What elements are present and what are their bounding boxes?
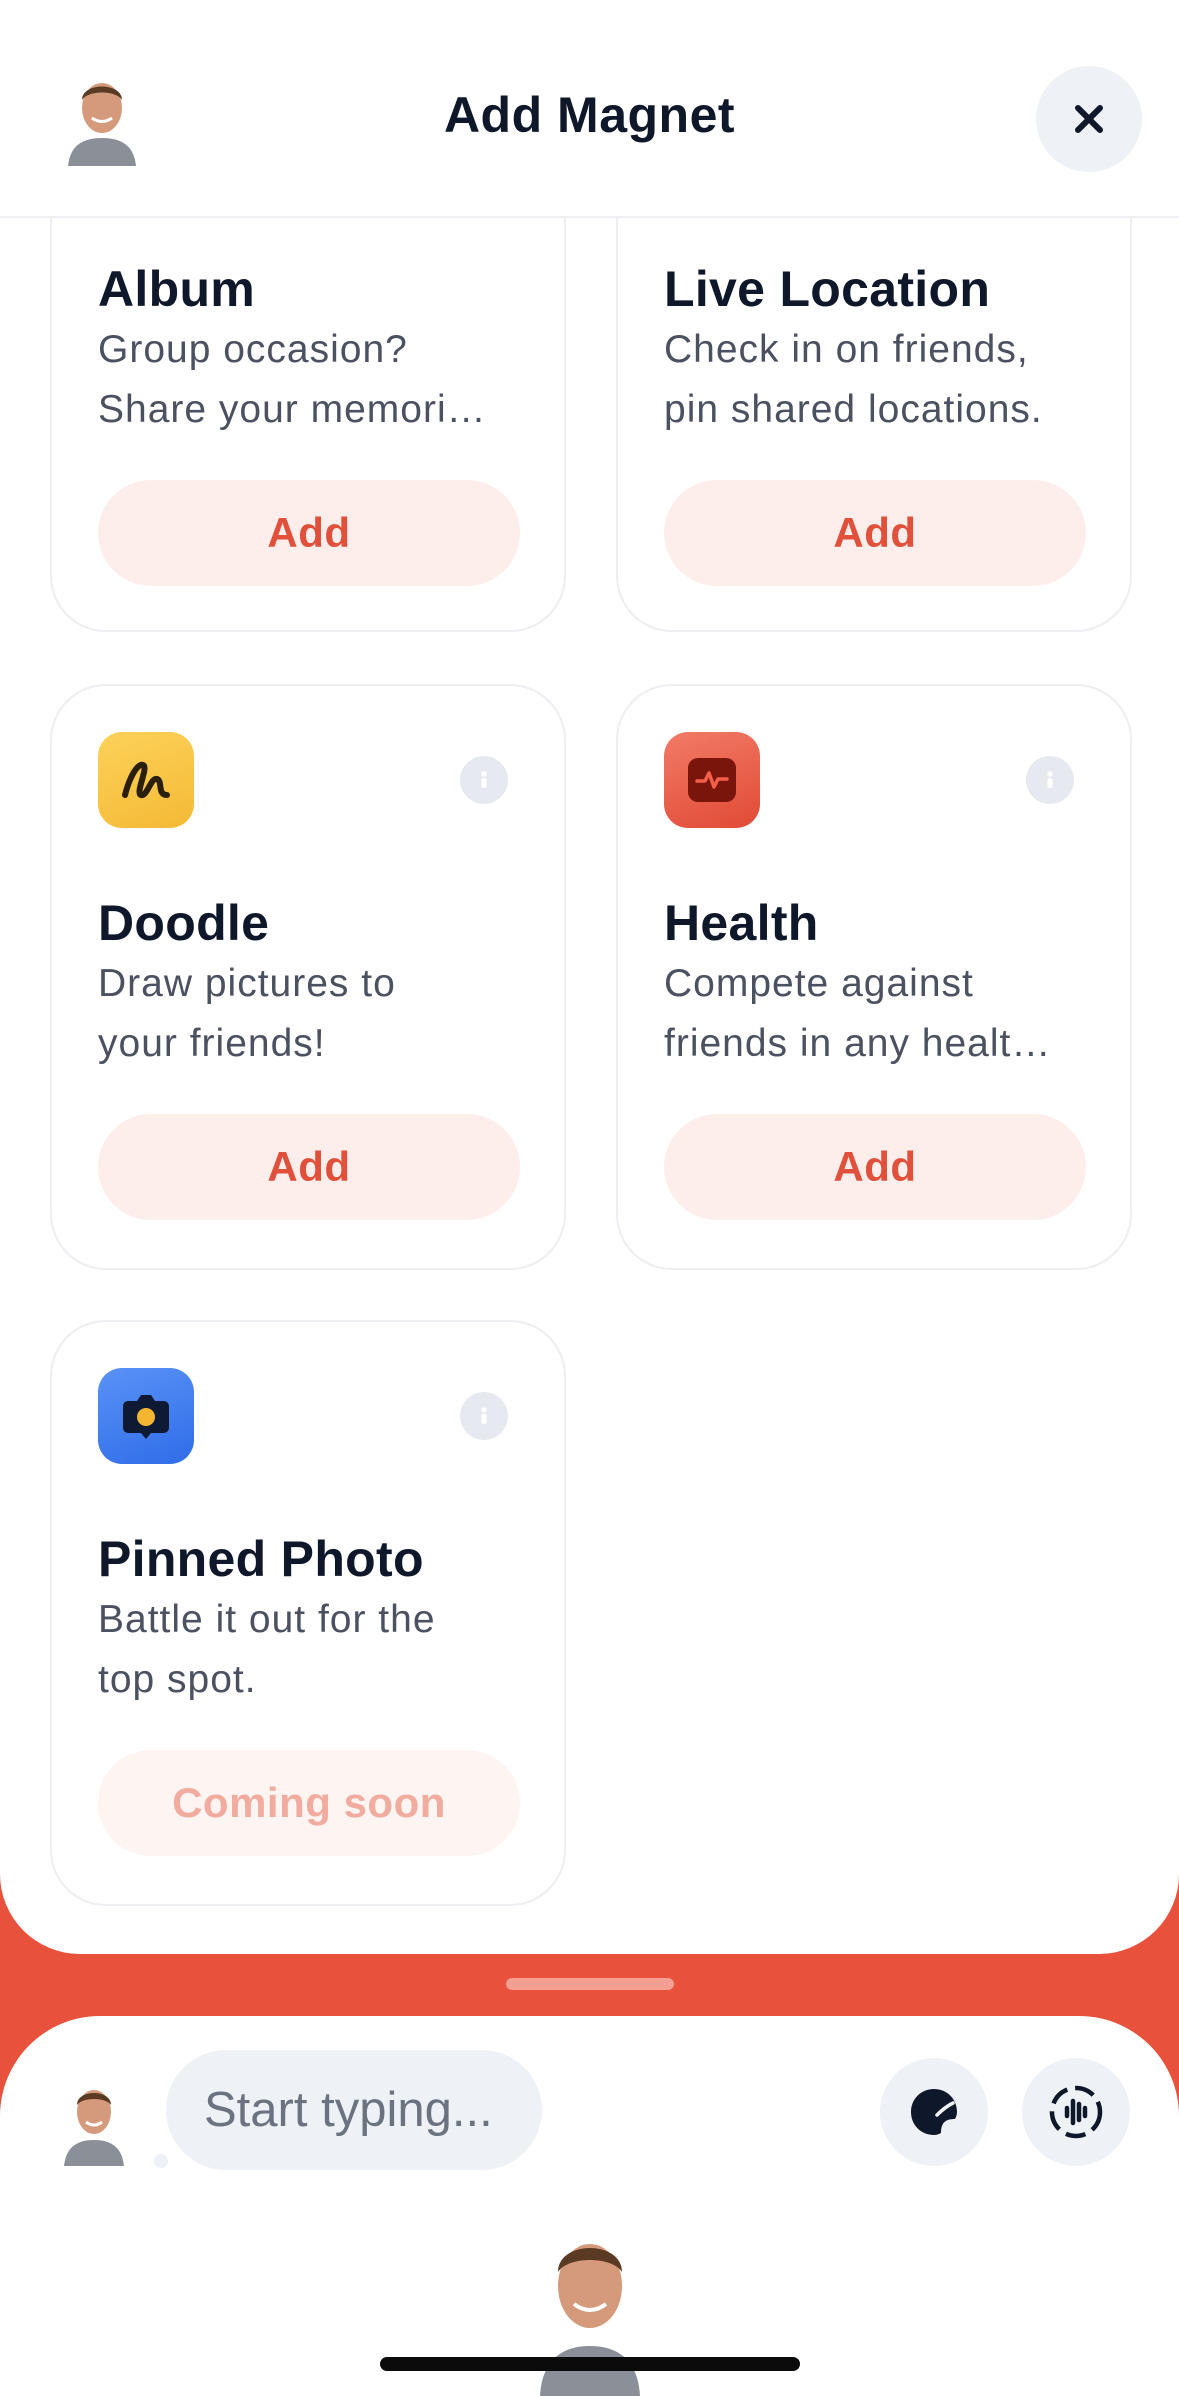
card-description: Check in on friends, pin shared locations… (664, 328, 1043, 431)
message-input[interactable] (166, 2050, 542, 2170)
sticker-button[interactable] (880, 2058, 988, 2166)
camera-icon (98, 1368, 194, 1464)
add-magnet-sheet: Album Group occasion? Share your memori… … (0, 0, 1179, 1954)
card-description: Battle it out for the top spot. (98, 1598, 436, 1701)
sticker-icon (911, 2089, 957, 2135)
add-button-album[interactable]: Add (98, 480, 520, 586)
card-doodle: Doodle Draw pictures to your friends! Add (50, 684, 566, 1270)
info-icon[interactable] (460, 1392, 508, 1440)
card-album: Album Group occasion? Share your memori… … (50, 160, 566, 632)
page-title: Add Magnet (443, 87, 736, 143)
info-icon[interactable] (460, 756, 508, 804)
card-title: Doodle (98, 895, 270, 951)
card-live-location: Live Location Check in on friends, pin sh… (616, 160, 1132, 632)
add-button-health[interactable]: Add (664, 1114, 1086, 1220)
card-title: Health (664, 895, 819, 951)
card-health: Health Compete against friends in any hea… (616, 684, 1132, 1270)
add-button-live-location[interactable]: Add (664, 480, 1086, 586)
info-icon[interactable] (1026, 756, 1074, 804)
add-button-doodle[interactable]: Add (98, 1114, 520, 1220)
bubble-tail (154, 2154, 168, 2168)
home-indicator (380, 2357, 800, 2371)
voice-button[interactable] (1022, 2058, 1130, 2166)
card-title: Pinned Photo (98, 1531, 424, 1587)
user-avatar-icon[interactable] (54, 2072, 134, 2168)
card-title: Live Location (664, 261, 991, 317)
close-icon (1075, 105, 1103, 133)
header: Add Magnet (0, 0, 1179, 218)
doodle-icon (98, 732, 194, 828)
card-description: Group occasion? Share your memori… (98, 328, 487, 431)
voice-waveform-icon (1049, 2085, 1103, 2139)
coming-soon-button: Coming soon (98, 1750, 520, 1856)
close-button[interactable] (1036, 66, 1142, 172)
card-pinned-photo: Pinned Photo Battle it out for the top sp… (50, 1320, 566, 1906)
heartbeat-icon (664, 732, 760, 828)
drag-handle[interactable] (506, 1978, 674, 1990)
card-description: Compete against friends in any healt… (664, 962, 1052, 1065)
card-description: Draw pictures to your friends! (98, 962, 396, 1065)
card-title: Album (98, 261, 256, 317)
